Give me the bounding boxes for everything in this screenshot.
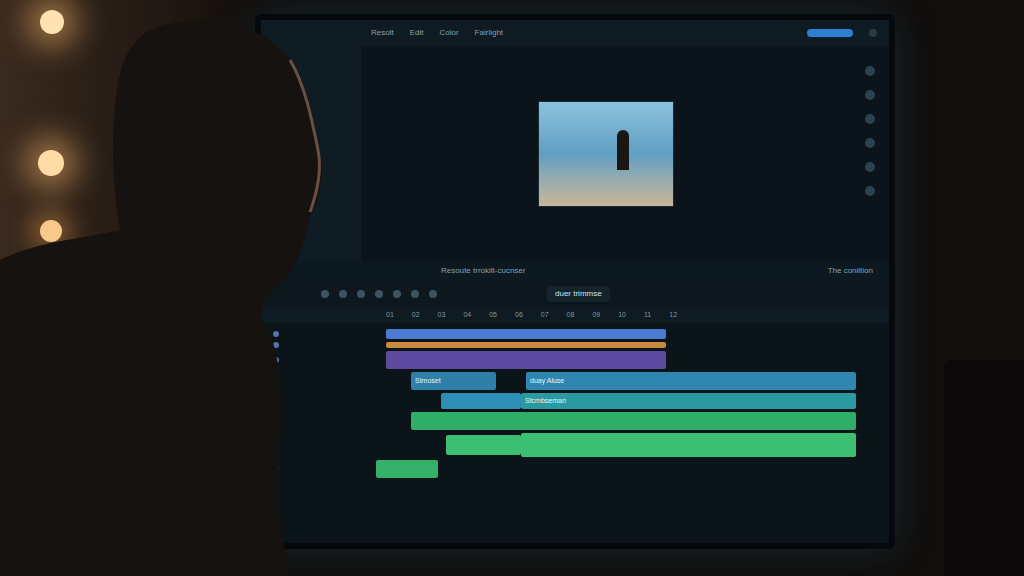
transport-row: duer trimmse — [261, 281, 889, 307]
track — [261, 351, 889, 369]
ruler-tick: 05 — [489, 310, 497, 321]
ruler-tick: 04 — [463, 310, 471, 321]
tool-icon[interactable] — [865, 138, 875, 148]
clip[interactable] — [411, 412, 856, 430]
transport-icon[interactable] — [393, 290, 401, 298]
transport-icon[interactable] — [321, 290, 329, 298]
ruler-tick: 07 — [541, 310, 549, 321]
transport-icon[interactable] — [429, 290, 437, 298]
viewer-area — [261, 46, 889, 261]
clip[interactable] — [386, 351, 666, 369]
settings-icon[interactable] — [869, 29, 877, 37]
monitor: Resolt Edit Color Fairlight Resoute trrokilt… — [255, 14, 895, 549]
menu-item[interactable]: Fairlight — [475, 27, 503, 39]
export-button[interactable] — [807, 29, 853, 37]
clip[interactable]: duay Aluse — [526, 372, 856, 390]
clip[interactable] — [446, 435, 521, 455]
lamp — [40, 10, 64, 34]
track — [261, 460, 889, 478]
caption-right: The coniition — [828, 265, 873, 277]
ruler-tick: 06 — [515, 310, 523, 321]
ruler: 01 02 03 04 05 06 07 08 09 10 11 12 — [261, 307, 889, 323]
ruler-tick: 02 — [412, 310, 420, 321]
tool-icon[interactable] — [865, 66, 875, 76]
transport-icon[interactable] — [357, 290, 365, 298]
timeline: Stmoset duay Aluse Stcmbseman — [261, 323, 889, 543]
clip[interactable] — [386, 329, 666, 339]
transport-icon[interactable] — [339, 290, 347, 298]
clip[interactable] — [441, 393, 521, 409]
track — [261, 412, 889, 430]
ruler-tick: 09 — [592, 310, 600, 321]
track — [261, 433, 889, 457]
ruler-tick: 03 — [438, 310, 446, 321]
ruler-tick: 10 — [618, 310, 626, 321]
person-silhouette — [0, 0, 330, 576]
clip[interactable]: Stmoset — [411, 372, 496, 390]
speaker — [944, 360, 1024, 576]
menu-item[interactable]: Edit — [410, 27, 424, 39]
ruler-tick: 01 — [386, 310, 394, 321]
tool-icon[interactable] — [865, 162, 875, 172]
ruler-tick: 08 — [567, 310, 575, 321]
transport-icon[interactable] — [411, 290, 419, 298]
track — [261, 329, 889, 339]
center-caption: duer trimmse — [547, 286, 610, 302]
lamp — [40, 220, 62, 242]
menu-item[interactable]: Color — [439, 27, 458, 39]
clip[interactable]: Stcmbseman — [521, 393, 856, 409]
tool-icon[interactable] — [865, 114, 875, 124]
lamp — [38, 150, 64, 176]
viewer — [361, 46, 851, 261]
ruler-tick: 12 — [669, 310, 677, 321]
clip[interactable] — [376, 460, 438, 478]
track-header-icon[interactable] — [273, 331, 279, 337]
track: Stcmbseman — [261, 393, 889, 409]
caption-row: Resoute trrokilt-cucnser The coniition — [261, 261, 889, 281]
menu-item[interactable]: Resolt — [371, 27, 394, 39]
top-bar: Resolt Edit Color Fairlight — [261, 20, 889, 46]
clip[interactable] — [386, 342, 666, 348]
tool-column — [851, 46, 889, 261]
track: Stmoset duay Aluse — [261, 372, 889, 390]
tool-icon[interactable] — [865, 90, 875, 100]
clip[interactable] — [521, 433, 856, 457]
tool-icon[interactable] — [865, 186, 875, 196]
transport-icon[interactable] — [375, 290, 383, 298]
photo-scene: Resolt Edit Color Fairlight Resoute trrokilt… — [0, 0, 1024, 576]
track — [261, 342, 889, 348]
ruler-tick: 11 — [644, 310, 651, 321]
figure — [617, 130, 629, 170]
caption-left: Resoute trrokilt-cucnser — [441, 265, 525, 277]
preview-frame — [538, 101, 674, 207]
